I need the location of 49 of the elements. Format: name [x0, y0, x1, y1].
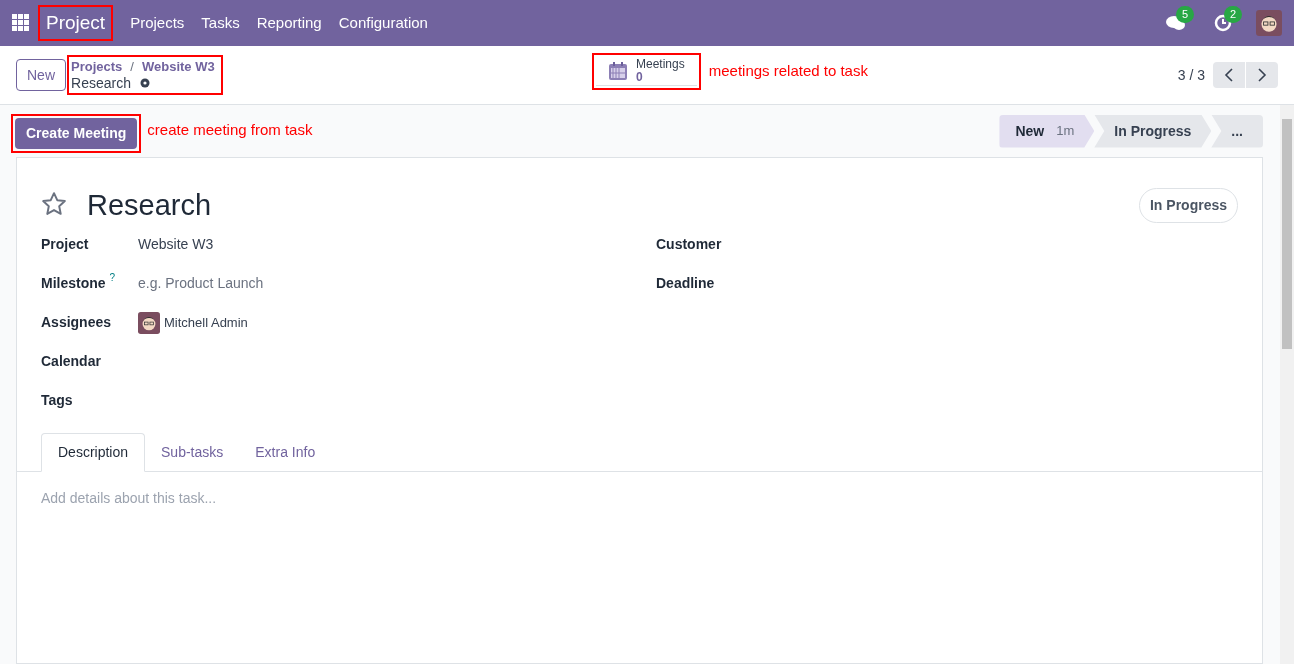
- menu-item[interactable]: Reporting: [256, 11, 322, 35]
- stage-button[interactable]: ...: [1211, 114, 1263, 148]
- menu-item[interactable]: Tasks: [201, 11, 240, 35]
- record-name: Research: [71, 75, 131, 91]
- stage-button[interactable]: New 1m: [999, 114, 1095, 148]
- previous-button[interactable]: [1213, 62, 1245, 88]
- field-label: Project: [41, 235, 89, 254]
- chevron-right-icon: [1257, 68, 1267, 82]
- app-name[interactable]: Project: [42, 8, 110, 38]
- count-badge: 2: [1224, 6, 1243, 23]
- menu-item[interactable]: Projects: [130, 11, 185, 35]
- clock-icon[interactable]: [1214, 14, 1232, 32]
- annotation-note: meetings related to task: [708, 61, 868, 82]
- count-badge: 5: [1176, 6, 1195, 23]
- field-label: Deadline: [656, 274, 715, 293]
- smart-button-label: Meetings: [636, 58, 685, 71]
- breadcrumb-link[interactable]: Projects: [71, 59, 123, 75]
- create-meeting-button[interactable]: Create Meeting: [15, 117, 138, 149]
- avatar-icon: [1256, 10, 1282, 36]
- field-label: Milestone: [41, 274, 106, 293]
- calendar-icon: [608, 61, 628, 81]
- scrollbar[interactable]: [1280, 105, 1294, 664]
- smart-button-value: 0: [636, 71, 643, 84]
- milestone-field[interactable]: e.g. Product Launch: [138, 273, 438, 294]
- star-icon[interactable]: [41, 191, 67, 217]
- chevron-left-icon: [1224, 68, 1234, 82]
- notebook-tab[interactable]: Description: [41, 433, 146, 472]
- meetings-smart-button[interactable]: Meetings 0: [596, 57, 697, 86]
- menu-item[interactable]: Configuration: [338, 11, 428, 35]
- task-title: Research: [87, 188, 212, 222]
- next-button[interactable]: [1246, 62, 1278, 88]
- field-value[interactable]: Mitchell Admin: [164, 312, 248, 333]
- pager-value: 3 / 3: [1177, 65, 1205, 85]
- field-label: Calendar: [41, 352, 101, 371]
- help-tooltip-icon[interactable]: ?: [109, 270, 116, 285]
- notebook-tab[interactable]: Sub-tasks: [145, 433, 240, 472]
- stage-button[interactable]: In Progress: [1094, 114, 1212, 148]
- field-label: Tags: [41, 391, 73, 410]
- field-label: Customer: [656, 235, 722, 254]
- app-grid-icon[interactable]: [12, 14, 30, 32]
- avatar-icon: [138, 311, 160, 334]
- field-label: Assignees: [41, 313, 112, 332]
- breadcrumb-link[interactable]: Website W3: [141, 59, 215, 75]
- notebook-tab[interactable]: Extra Info: [239, 433, 332, 472]
- annotation-note: create meeting from task: [147, 119, 313, 140]
- field-value[interactable]: Website W3: [138, 234, 214, 255]
- breadcrumb-separator: /: [130, 59, 134, 75]
- new-button[interactable]: New: [16, 59, 66, 91]
- gear-icon[interactable]: [138, 77, 151, 89]
